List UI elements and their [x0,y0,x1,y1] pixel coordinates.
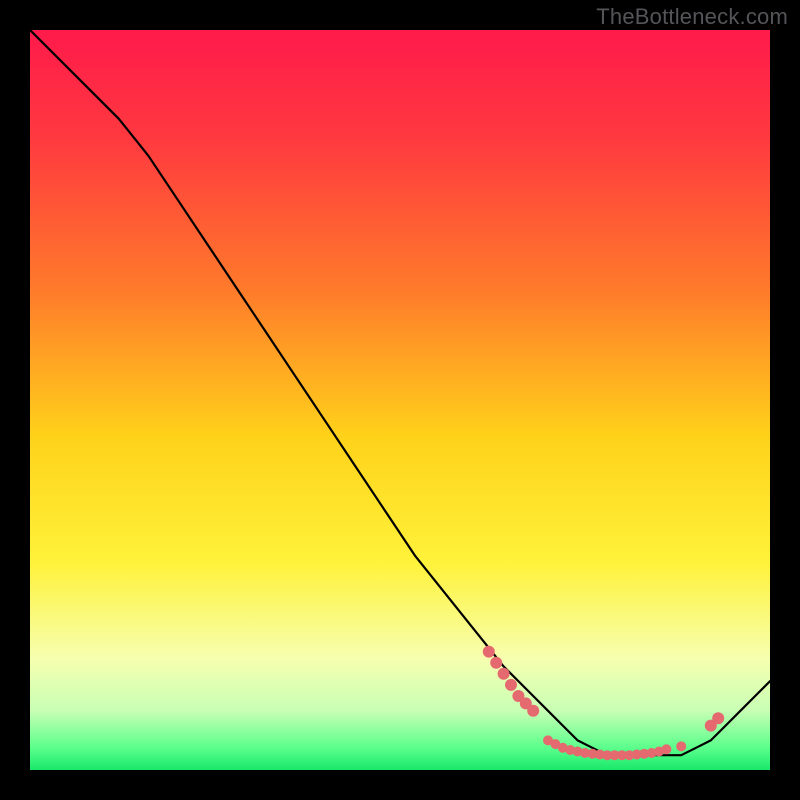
watermark-text: TheBottleneck.com [596,4,788,30]
chart-frame: TheBottleneck.com [0,0,800,800]
bottleneck-curve-chart [30,30,770,770]
plot-area [30,30,770,770]
